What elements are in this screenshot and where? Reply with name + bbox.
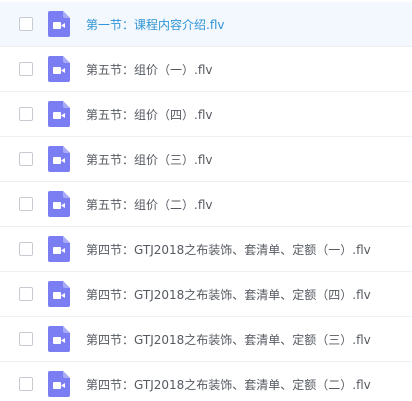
file-name[interactable]: 第四节：GTJ2018之布装饰、套清单、定额（三）.flv bbox=[86, 331, 371, 348]
file-row[interactable]: 第四节：GTJ2018之布装饰、套清单、定额（一）.flv bbox=[0, 227, 412, 272]
row-checkbox[interactable] bbox=[19, 107, 33, 121]
file-name[interactable]: 第五节：组价（四）.flv bbox=[86, 106, 212, 123]
file-row[interactable]: 第四节：GTJ2018之布装饰、套清单、定额（三）.flv bbox=[0, 317, 412, 362]
row-checkbox[interactable] bbox=[19, 17, 33, 31]
file-name[interactable]: 第一节：课程内容介绍.flv bbox=[86, 16, 224, 33]
file-name[interactable]: 第五节：组价（二）.flv bbox=[86, 196, 212, 213]
file-name[interactable]: 第四节：GTJ2018之布装饰、套清单、定额（一）.flv bbox=[86, 241, 371, 258]
video-file-icon bbox=[48, 146, 70, 172]
file-row[interactable]: 第五节：组价（一）.flv bbox=[0, 47, 412, 92]
row-checkbox[interactable] bbox=[19, 152, 33, 166]
video-file-icon bbox=[48, 236, 70, 262]
file-row[interactable]: 第四节：GTJ2018之布装饰、套清单、定额（四）.flv bbox=[0, 272, 412, 317]
file-name[interactable]: 第五节：组价（三）.flv bbox=[86, 151, 212, 168]
file-name[interactable]: 第四节：GTJ2018之布装饰、套清单、定额（四）.flv bbox=[86, 286, 371, 303]
row-checkbox[interactable] bbox=[19, 377, 33, 391]
video-file-icon bbox=[48, 56, 70, 82]
file-row[interactable]: 第五节：组价（三）.flv bbox=[0, 137, 412, 182]
file-list: 第一节：课程内容介绍.flv 第五节：组价（一）.flv 第五节：组价（四）.f… bbox=[0, 0, 412, 401]
video-file-icon bbox=[48, 326, 70, 352]
row-checkbox[interactable] bbox=[19, 62, 33, 76]
video-file-icon bbox=[48, 11, 70, 37]
file-row[interactable]: 第五节：组价（二）.flv bbox=[0, 182, 412, 227]
file-name[interactable]: 第五节：组价（一）.flv bbox=[86, 61, 212, 78]
row-checkbox[interactable] bbox=[19, 197, 33, 211]
video-file-icon bbox=[48, 371, 70, 397]
file-row[interactable]: 第一节：课程内容介绍.flv bbox=[0, 2, 412, 47]
row-checkbox[interactable] bbox=[19, 332, 33, 346]
row-checkbox[interactable] bbox=[19, 287, 33, 301]
file-name[interactable]: 第四节：GTJ2018之布装饰、套清单、定额（二）.flv bbox=[86, 376, 371, 393]
video-file-icon bbox=[48, 191, 70, 217]
video-file-icon bbox=[48, 281, 70, 307]
row-checkbox[interactable] bbox=[19, 242, 33, 256]
file-row[interactable]: 第四节：GTJ2018之布装饰、套清单、定额（二）.flv bbox=[0, 362, 412, 401]
file-row[interactable]: 第五节：组价（四）.flv bbox=[0, 92, 412, 137]
video-file-icon bbox=[48, 101, 70, 127]
